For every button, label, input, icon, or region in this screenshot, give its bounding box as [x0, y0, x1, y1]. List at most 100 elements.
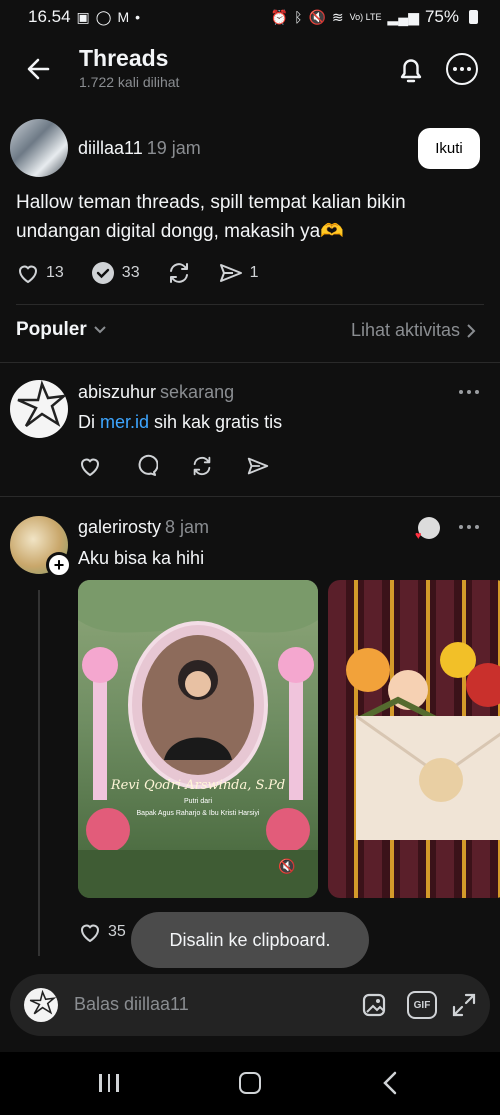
like-button[interactable] [78, 454, 102, 478]
divider [0, 362, 500, 363]
thread-line [38, 590, 40, 956]
repost-button[interactable] [190, 454, 214, 478]
divider [0, 496, 500, 497]
gif-button[interactable]: GIF [407, 991, 437, 1019]
chevron-right-icon [467, 323, 476, 338]
reply-count-button[interactable]: 33 [90, 260, 140, 286]
battery-icon [469, 10, 478, 24]
heart-icon: ♥ [415, 530, 422, 542]
reply-actions: 35 [78, 920, 126, 944]
image-picker-button[interactable] [360, 990, 390, 1020]
chevron-left-icon [383, 1071, 397, 1095]
header: Threads 1.722 kali dilihat [0, 40, 500, 96]
sketch-avatar-icon [17, 380, 68, 427]
sort-label: Populer [16, 319, 87, 340]
avatar [24, 988, 58, 1022]
avatar[interactable] [10, 380, 68, 438]
more-options-button[interactable] [446, 53, 478, 85]
signal-icon: ▂▄▆ [387, 8, 419, 25]
arrow-left-icon [27, 58, 50, 80]
sort-dropdown[interactable]: Populer [16, 319, 107, 341]
reply-time: 8 jam [165, 517, 210, 537]
reply-text-prefix: Di [78, 412, 100, 432]
send-icon [219, 264, 242, 282]
expand-icon [452, 993, 476, 1017]
reply-more-button[interactable] [459, 390, 479, 394]
reply-input[interactable]: Balas diillaa11 [74, 994, 189, 1015]
share-button[interactable]: 1 [218, 260, 259, 286]
toast-notification: Disalin ke clipboard. [131, 912, 369, 968]
repost-button[interactable] [166, 260, 192, 286]
follow-plus-icon[interactable]: + [46, 552, 72, 578]
heart-icon [80, 458, 100, 477]
mute-icon: 🔇 [308, 8, 326, 25]
send-icon [247, 457, 269, 475]
reply-bar: Balas diillaa11 GIF [10, 974, 490, 1036]
back-nav-button[interactable] [380, 1070, 400, 1096]
bell-icon [400, 59, 422, 83]
recent-apps-button[interactable] [99, 1074, 121, 1092]
view-activity-link[interactable]: Lihat aktivitas [351, 320, 476, 341]
envelope-illustration [346, 642, 500, 840]
follow-button[interactable]: Ikuti [418, 128, 480, 169]
heart-icon [80, 924, 100, 943]
reply-text: Aku bisa ka hihi [78, 548, 205, 568]
media-image[interactable]: Revi Qodri Arswinda, S.Pd Putri dari Bap… [78, 580, 318, 898]
post-actions: 13 33 1 [16, 260, 259, 286]
divider [16, 304, 484, 305]
share-count: 1 [249, 264, 259, 281]
reply-count: 33 [121, 264, 140, 281]
share-button[interactable] [246, 454, 270, 478]
like-button[interactable]: 13 [16, 261, 64, 285]
liked-by-author-avatar: ♥ [415, 517, 440, 542]
reply-actions [78, 454, 270, 478]
reply-username[interactable]: galerirosty [78, 517, 161, 537]
reply-link[interactable]: mer.id [100, 412, 149, 432]
comment-icon [138, 454, 158, 476]
invitation-subtitle: Putri dari [183, 798, 212, 805]
mute-icon[interactable]: 🔇 [278, 858, 295, 875]
battery-percent: 75% [424, 7, 459, 26]
avatar[interactable] [10, 119, 68, 177]
post-text: Hallow teman threads, spill tempat kalia… [16, 188, 486, 246]
bluetooth-icon: ᛒ [294, 9, 303, 25]
post-author[interactable]: diillaa11 19 jam [78, 138, 201, 159]
repost-icon [169, 263, 188, 283]
reply-more-button[interactable] [459, 525, 479, 529]
invitation-name: Revi Qodri Arswinda, S.Pd [110, 778, 286, 793]
post-text-line: undangan digital dongg, makasih ya🫶 [16, 221, 344, 242]
reply-author[interactable]: abiszuhur sekarang [78, 382, 234, 403]
home-button[interactable] [239, 1072, 261, 1094]
alarm-icon: ⏰ [270, 8, 289, 25]
expand-button[interactable] [450, 991, 478, 1019]
like-count: 13 [46, 264, 64, 281]
media-image[interactable] [328, 580, 500, 898]
gallery-icon: ▣ [76, 8, 90, 25]
reply-time: sekarang [160, 382, 235, 402]
reply-author[interactable]: galerirosty 8 jam [78, 517, 209, 538]
system-nav-bar [0, 1052, 500, 1115]
image-icon [362, 993, 386, 1017]
like-button[interactable]: 35 [78, 920, 126, 944]
post-username[interactable]: diillaa11 [78, 138, 143, 158]
chevron-down-icon [94, 326, 106, 334]
clock: 16.54 [28, 7, 71, 26]
post-text-line: Hallow teman threads, spill tempat kalia… [16, 192, 406, 213]
sketch-avatar-icon [29, 990, 56, 1015]
comment-button[interactable] [134, 454, 158, 478]
reply-text: Di mer.id sih kak gratis tis [78, 412, 282, 433]
comment-check-icon [91, 262, 114, 284]
whatsapp-icon: ◯ [95, 8, 112, 25]
lte-icon: Vo) LTE [349, 12, 382, 22]
back-button[interactable] [24, 54, 54, 84]
reply-username[interactable]: abiszuhur [78, 382, 156, 402]
heart-icon [18, 265, 38, 284]
activity-label: Lihat aktivitas [350, 320, 460, 340]
gmail-icon: M [117, 9, 130, 25]
invitation-parents: Bapak Agus Raharjo & Ibu Kristi Harsiyi [136, 810, 260, 817]
reply-text-suffix: sih kak gratis tis [149, 412, 283, 432]
repost-icon [193, 456, 211, 476]
notification-dot-icon: • [135, 9, 141, 25]
view-count: 1.722 kali dilihat [79, 74, 180, 90]
notification-button[interactable] [396, 54, 426, 86]
